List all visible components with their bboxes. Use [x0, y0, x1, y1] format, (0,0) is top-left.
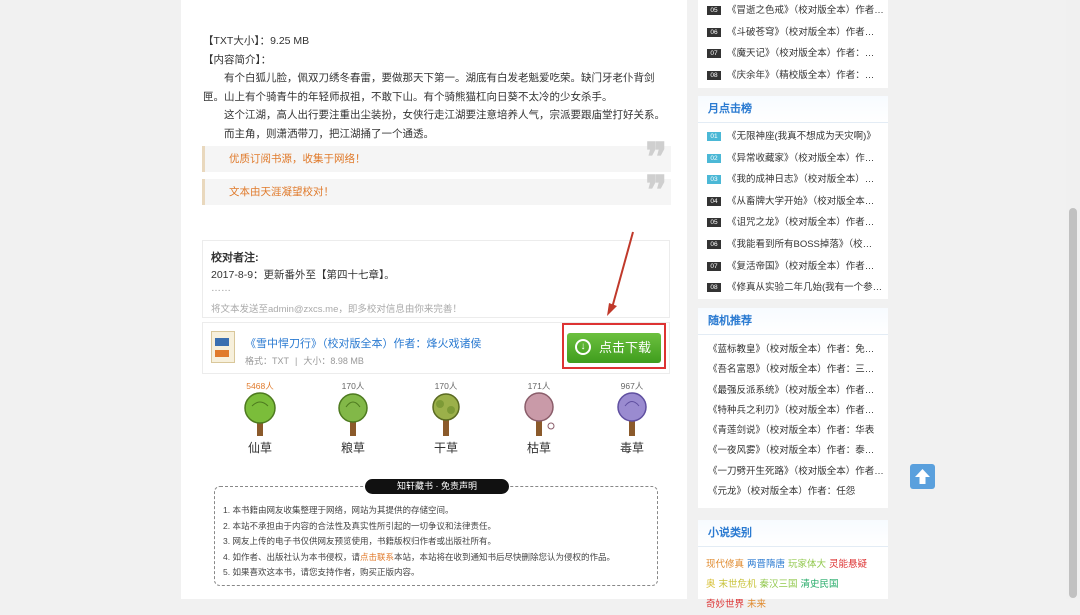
- recommend-item[interactable]: 《吾名富恩》（校对版全本）作者：三…: [698, 360, 888, 380]
- vote-kucao[interactable]: 171人 枯草: [509, 380, 569, 456]
- rank-item[interactable]: 06 《我能看到所有BOSS掉落》（校…: [698, 234, 888, 256]
- disclaimer-item: 3. 网友上传的电子书仅供网友预览使用，书籍版权归作者或出版社所有。: [223, 536, 496, 546]
- vote-gancao[interactable]: 170人 干草: [416, 380, 476, 456]
- panel-title: 随机推荐: [698, 308, 888, 335]
- monthly-clicks-panel: 月点击榜 01 《无限神座(我真不想成为天灾啊)》 02 《异常收藏家》（校对版全本…: [698, 96, 888, 299]
- recommend-item[interactable]: 《特种兵之利刃》（校对版全本）作者…: [698, 401, 888, 421]
- random-recommend-panel: 随机推荐 《蓝标教皇》（校对版全本）作者：免… 《吾名富恩》（校对版全本）作者：…: [698, 308, 888, 508]
- vote-label: 粮草: [340, 441, 365, 455]
- vote-label: 干草: [433, 441, 458, 455]
- back-to-top-button[interactable]: [910, 464, 935, 489]
- rank-item[interactable]: 01 《无限神座(我真不想成为天灾啊)》: [698, 126, 888, 148]
- disclaimer-item: 4. 如作者、出版社认为本书侵权，请点击联系本站，本站将在收到通知书后尽快删除您…: [223, 551, 615, 562]
- category-tag[interactable]: 奇妙世界: [706, 599, 744, 610]
- rank-item[interactable]: 06 《斗破苍穹》（校对版全本）作者…: [698, 22, 888, 44]
- category-tag[interactable]: 末世危机: [719, 579, 757, 590]
- arrow-up-icon: [915, 469, 930, 484]
- download-button[interactable]: ↓ 点击下载: [567, 333, 661, 363]
- book-detail-panel: 【TXT大小】：9.25 MB 【内容简介】： 有个白狐儿脸，佩双刀绣冬春雷，要…: [181, 0, 687, 599]
- rank-item[interactable]: 05 《冒逝之色戒》（校对版全本）作者…: [698, 0, 888, 22]
- categories-panel: 小说类别 现代修真 两晋隋唐 玩家体大 灵能悬疑奥 末世危机 秦汉三国 清史民国奇妙世界 未来: [698, 520, 888, 610]
- vote-liangcao[interactable]: 170人 粮草: [323, 380, 383, 456]
- recommend-item[interactable]: 《蓝标教皇》（校对版全本）作者：免…: [698, 340, 888, 360]
- vote-count: 170人: [434, 381, 458, 391]
- category-tag[interactable]: 未来: [747, 599, 766, 610]
- disclaimer-item: 5. 如果喜欢这本书，请您支持作者，购买正版内容。: [223, 567, 420, 577]
- scrollbar-thumb[interactable]: [1069, 208, 1077, 598]
- vote-count: 170人: [341, 381, 365, 391]
- category-tag[interactable]: 清史民国: [801, 579, 839, 590]
- vote-label: 仙草: [247, 441, 272, 455]
- tree-icon: [524, 392, 555, 436]
- category-tag[interactable]: 灵能悬疑: [829, 559, 867, 570]
- vote-count: 967人: [620, 381, 644, 391]
- vote-count: 5468人: [246, 381, 274, 391]
- disclaimer-list: 1. 本书籍由网友收集整理于网络，网站为其提供的存储空间。 2. 本站不承担由于…: [223, 503, 615, 581]
- category-tag[interactable]: 秦汉三国: [760, 579, 798, 590]
- panel-title: 小说类别: [698, 520, 888, 547]
- rank-item[interactable]: 04 《从畜牌大学开始》（校对版全本…: [698, 191, 888, 213]
- tree-icon: [617, 392, 647, 436]
- recommend-item[interactable]: 《元龙》（校对版全本）作者：任怨: [698, 482, 888, 502]
- vote-label: 枯草: [526, 441, 551, 455]
- tree-icon: [432, 393, 460, 436]
- top-list-panel: 05 《冒逝之色戒》（校对版全本）作者… 06 《斗破苍穹》（校对版全本）作者… 0…: [698, 0, 888, 88]
- recommend-item[interactable]: 《青莲剑说》（校对版全本）作者：华表: [698, 421, 888, 441]
- vote-count: 171人: [527, 381, 551, 391]
- disclaimer-item: 1. 本书籍由网友收集整理于网络，网站为其提供的存储空间。: [223, 505, 454, 515]
- recommend-item[interactable]: 《一刀劈开生死路》（校对版全本）作者…: [698, 462, 888, 482]
- rank-item[interactable]: 05 《诅咒之龙》（校对版全本）作者…: [698, 212, 888, 234]
- vote-bar: 5468人 仙草 170人 粮草 170人 干草 171人 枯草 967人 毒草: [202, 380, 668, 460]
- recommend-item[interactable]: 《一夜风雾》（校对版全本）作者：泰…: [698, 441, 888, 461]
- recommend-item[interactable]: 《最强反派系统》（校对版全本）作者…: [698, 381, 888, 401]
- rank-item[interactable]: 03 《我的成神日志》（校对版全本）…: [698, 169, 888, 191]
- tree-icon: [244, 392, 276, 436]
- rank-item[interactable]: 08 《修真从实验二年几始(我有一个参…: [698, 277, 888, 299]
- rank-item[interactable]: 08 《庆余年》（精校版全本）作者：…: [698, 65, 888, 87]
- download-button-label: 点击下载: [599, 340, 652, 355]
- rank-item[interactable]: 07 《复活帝国》（校对版全本）作者…: [698, 256, 888, 278]
- vote-ducao[interactable]: 967人 毒草: [602, 380, 662, 456]
- category-tags: 现代修真 两晋隋唐 玩家体大 灵能悬疑奥 末世危机 秦汉三国 清史民国奇妙世界 未来: [698, 547, 888, 615]
- rank-item[interactable]: 07 《魔天记》（校对版全本）作者：…: [698, 43, 888, 65]
- category-tag[interactable]: 玩家体大: [788, 559, 826, 570]
- panel-title: 月点击榜: [698, 96, 888, 123]
- category-tag[interactable]: 奥: [706, 579, 716, 590]
- download-arrow-icon: ↓: [575, 339, 591, 355]
- disclaimer-item: 2. 本站不承担由于内容的合法性及真实性所引起的一切争议和法律责任。: [223, 520, 496, 531]
- category-tag[interactable]: 两晋隋唐: [747, 559, 785, 570]
- contact-link[interactable]: 点击联系: [360, 552, 394, 562]
- tree-icon: [338, 393, 368, 436]
- vote-label: 毒草: [619, 441, 644, 455]
- rank-item[interactable]: 02 《异常收藏家》（校对版全本）作…: [698, 148, 888, 170]
- disclaimer-box: 知轩藏书 · 免责声明 1. 本书籍由网友收集整理于网络，网站为其提供的存储空间…: [214, 479, 658, 586]
- category-tag[interactable]: 现代修真: [706, 559, 744, 570]
- vote-xiancao[interactable]: 5468人 仙草: [230, 380, 290, 456]
- disclaimer-tag: 知轩藏书 · 免责声明: [365, 479, 509, 494]
